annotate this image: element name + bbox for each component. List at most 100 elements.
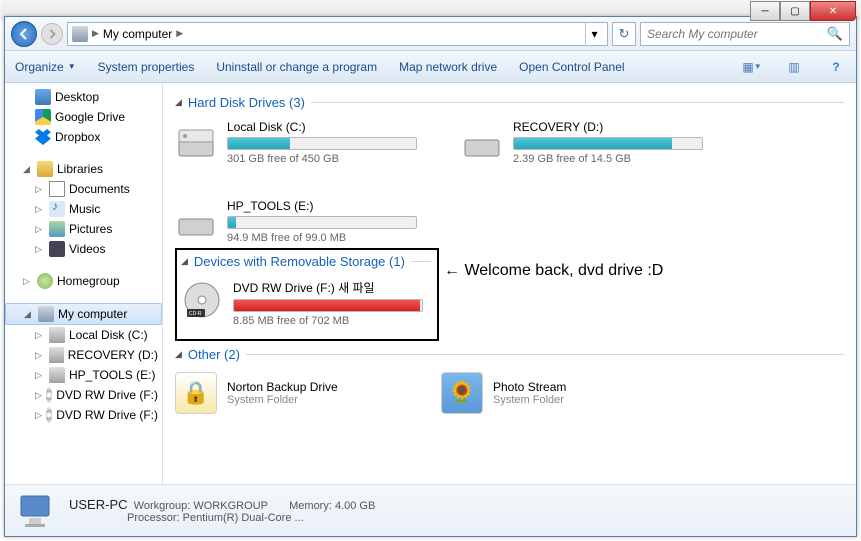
drive-local-c[interactable]: Local Disk (C:) 301 GB free of 450 GB	[175, 116, 435, 169]
collapse-icon[interactable]: ◢	[24, 309, 34, 320]
sidebar-item-gdrive[interactable]: Google Drive	[5, 107, 162, 127]
sidebar-item-desktop[interactable]: Desktop	[5, 87, 162, 107]
removable-storage-highlight: ◢Devices with Removable Storage (1) CD-R…	[175, 248, 439, 341]
minimize-button[interactable]: ─	[750, 1, 780, 21]
expand-icon[interactable]: ▷	[35, 370, 45, 381]
pictures-icon	[49, 221, 65, 237]
search-input[interactable]	[647, 27, 827, 41]
content-pane: ◢Hard Disk Drives (3) Local Disk (C:) 30…	[163, 83, 856, 484]
disc-icon	[46, 407, 52, 423]
folder-subtype: System Folder	[493, 394, 566, 406]
documents-icon	[49, 181, 65, 197]
forward-button[interactable]	[41, 23, 63, 45]
group-header-other[interactable]: ◢Other (2)	[175, 347, 844, 362]
hdd-icon	[49, 367, 65, 383]
control-panel-button[interactable]: Open Control Panel	[519, 60, 624, 74]
gdrive-icon	[35, 109, 51, 125]
explorer-window: ─ ▢ ✕ ▶ My computer ▶ ▾ ↻ 🔍 Organize ▼ S…	[4, 16, 857, 537]
breadcrumb-location[interactable]: My computer	[103, 27, 172, 41]
svg-text:CD-R: CD-R	[189, 311, 202, 317]
system-properties-button[interactable]: System properties	[98, 60, 195, 74]
sidebar-item-local-c[interactable]: ▷Local Disk (C:)	[5, 325, 162, 345]
hdd-icon	[175, 199, 217, 241]
help-button[interactable]: ?	[826, 57, 846, 77]
drive-free-text: 94.9 MB free of 99.0 MB	[227, 232, 435, 244]
sidebar-item-dropbox[interactable]: Dropbox	[5, 127, 162, 147]
expand-icon[interactable]: ▷	[35, 330, 45, 341]
drive-name: DVD RW Drive (F:) 새 파일	[233, 279, 441, 296]
breadcrumb-dropdown[interactable]: ▾	[585, 22, 603, 46]
expand-icon[interactable]: ▷	[35, 350, 45, 361]
arrow-right-icon	[47, 29, 57, 39]
computer-icon	[15, 490, 57, 532]
preview-pane-button[interactable]: ▥	[784, 57, 804, 77]
sidebar-item-pictures[interactable]: ▷Pictures	[5, 219, 162, 239]
group-header-removable[interactable]: ◢Devices with Removable Storage (1)	[181, 254, 431, 269]
map-drive-button[interactable]: Map network drive	[399, 60, 497, 74]
close-button[interactable]: ✕	[810, 1, 856, 21]
expand-icon[interactable]: ▷	[35, 204, 45, 215]
drive-name: RECOVERY (D:)	[513, 120, 721, 134]
navigation-pane: Desktop Google Drive Dropbox ◢Libraries …	[5, 83, 163, 484]
folder-name: Photo Stream	[493, 380, 566, 394]
sidebar-item-documents[interactable]: ▷Documents	[5, 179, 162, 199]
expand-icon[interactable]: ▷	[35, 390, 42, 401]
chevron-right-icon: ▶	[92, 28, 99, 39]
videos-icon	[49, 241, 65, 257]
search-icon[interactable]: 🔍	[827, 26, 843, 42]
drive-free-text: 2.39 GB free of 14.5 GB	[513, 153, 721, 165]
hdd-icon	[175, 120, 217, 162]
sidebar-item-dvd-f2[interactable]: ▷DVD RW Drive (F:)	[5, 405, 162, 425]
navigation-bar: ▶ My computer ▶ ▾ ↻ 🔍	[5, 17, 856, 51]
drive-free-text: 301 GB free of 450 GB	[227, 153, 435, 165]
sidebar-item-hptools-e[interactable]: ▷HP_TOOLS (E:)	[5, 365, 162, 385]
expand-icon[interactable]: ▷	[35, 244, 45, 255]
maximize-button[interactable]: ▢	[780, 1, 810, 21]
sidebar-item-recovery-d[interactable]: ▷RECOVERY (D:)	[5, 345, 162, 365]
music-icon	[49, 201, 65, 217]
group-header-hdd[interactable]: ◢Hard Disk Drives (3)	[175, 95, 844, 110]
sidebar-item-mycomputer[interactable]: ◢My computer	[5, 303, 162, 325]
expand-icon[interactable]: ▷	[35, 184, 45, 195]
folder-norton-backup[interactable]: 🔒 Norton Backup Drive System Folder	[175, 368, 415, 418]
hdd-icon	[49, 327, 65, 343]
hdd-icon	[461, 120, 503, 162]
search-box: 🔍	[640, 22, 850, 46]
breadcrumb[interactable]: ▶ My computer ▶ ▾	[67, 22, 608, 46]
libraries-icon	[37, 161, 53, 177]
back-button[interactable]	[11, 21, 37, 47]
expand-icon[interactable]: ▷	[35, 410, 42, 421]
norton-icon: 🔒	[175, 372, 217, 414]
refresh-button[interactable]: ↻	[612, 22, 636, 46]
usage-bar	[233, 299, 423, 312]
folder-subtype: System Folder	[227, 394, 338, 406]
dropbox-icon	[35, 129, 51, 145]
organize-menu[interactable]: Organize ▼	[15, 60, 76, 74]
view-options-button[interactable]: ▦ ▼	[742, 57, 762, 77]
chevron-right-icon: ▶	[176, 28, 183, 39]
toolbar: Organize ▼ System properties Uninstall o…	[5, 51, 856, 83]
drive-name: Local Disk (C:)	[227, 120, 435, 134]
usage-bar	[227, 216, 417, 229]
drive-dvd-f[interactable]: CD-R DVD RW Drive (F:) 새 파일 8.85 MB free…	[181, 275, 441, 331]
sidebar-item-music[interactable]: ▷Music	[5, 199, 162, 219]
details-computer-name: USER-PC	[69, 497, 128, 512]
folder-name: Norton Backup Drive	[227, 380, 338, 394]
sidebar-item-dvd-f1[interactable]: ▷DVD RW Drive (F:)	[5, 385, 162, 405]
folder-photo-stream[interactable]: 🌻 Photo Stream System Folder	[441, 368, 681, 418]
drive-hptools-e[interactable]: HP_TOOLS (E:) 94.9 MB free of 99.0 MB	[175, 195, 435, 248]
computer-icon	[72, 26, 88, 42]
hdd-icon	[49, 347, 64, 363]
sidebar-item-homegroup[interactable]: ▷Homegroup	[5, 271, 162, 291]
expand-icon[interactable]: ▷	[23, 276, 33, 287]
collapse-icon[interactable]: ◢	[23, 164, 33, 175]
computer-icon	[38, 306, 54, 322]
sidebar-item-libraries[interactable]: ◢Libraries	[5, 159, 162, 179]
sidebar-item-videos[interactable]: ▷Videos	[5, 239, 162, 259]
drive-recovery-d[interactable]: RECOVERY (D:) 2.39 GB free of 14.5 GB	[461, 116, 721, 169]
expand-icon[interactable]: ▷	[35, 224, 45, 235]
details-pane: USER-PC Workgroup: WORKGROUP Memory: 4.0…	[5, 484, 856, 536]
uninstall-button[interactable]: Uninstall or change a program	[216, 60, 377, 74]
disc-icon	[46, 387, 52, 403]
sunflower-icon: 🌻	[441, 372, 483, 414]
